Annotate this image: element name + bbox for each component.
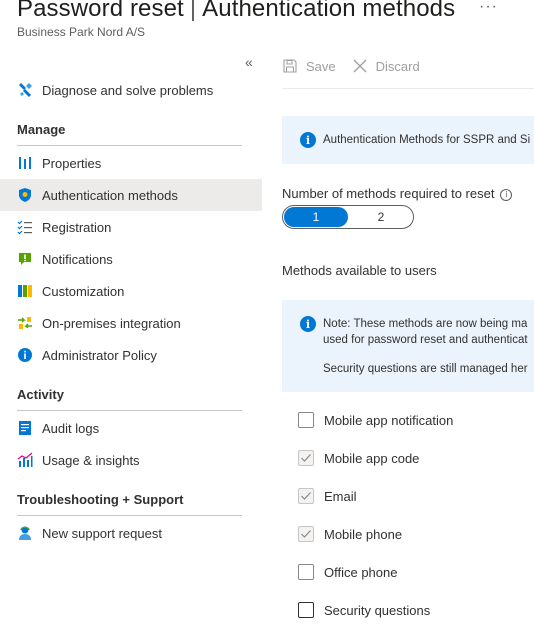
sidebar-item-properties[interactable]: Properties (0, 147, 262, 179)
methods-available-label: Methods available to users (282, 263, 437, 278)
section-divider (17, 410, 242, 411)
title-separator: | (189, 0, 197, 22)
help-info-icon[interactable]: i (500, 189, 513, 201)
discard-button[interactable]: Discard (352, 58, 420, 74)
save-button[interactable]: Save (282, 58, 336, 74)
note-text-line-2: used for password reset and authenticat (323, 334, 528, 346)
sidebar-item-label: Administrator Policy (42, 347, 157, 363)
section-title-manage: Manage (17, 122, 66, 137)
checkbox[interactable] (298, 602, 314, 618)
note-text-line-3: Security questions are still managed her (323, 363, 528, 375)
checkmark-icon (301, 530, 311, 538)
note-text-line-1: Note: These methods are now being ma (323, 318, 528, 330)
sidebar-item-label: Registration (42, 219, 112, 235)
method-checkbox-mobile-app-notification[interactable]: Mobile app notification (298, 410, 453, 430)
info-icon: i (300, 316, 316, 332)
main-content: Save Discard i Authentication Methods fo… (262, 48, 534, 632)
page-title-section: Authentication methods (202, 0, 456, 22)
support-person-icon (17, 525, 33, 541)
usage-chart-icon (17, 452, 33, 468)
sidebar-item-usage-insights[interactable]: Usage & insights (0, 444, 262, 476)
method-label: Mobile app code (324, 450, 420, 466)
methods-required-option-2[interactable]: 2 (349, 206, 413, 228)
sync-icon (17, 315, 33, 331)
info-icon: i (300, 132, 316, 148)
method-label: Mobile app notification (324, 412, 454, 428)
tenant-name: Business Park Nord A/S (17, 25, 146, 39)
methods-required-toggle: 1 2 (282, 205, 414, 229)
checkmark-icon (301, 492, 311, 500)
sidebar-item-label: Usage & insights (42, 452, 140, 468)
close-icon (353, 59, 367, 73)
page-title: Password reset | Authentication methods (17, 0, 455, 23)
checklist-icon (17, 219, 33, 235)
info-banner: i Authentication Methods for SSPR and Si (282, 116, 534, 164)
checkbox[interactable] (298, 488, 314, 504)
methods-required-option-1[interactable]: 1 (284, 207, 348, 227)
sidebar: « Diagnose and solve problems Manage Pro… (0, 48, 262, 632)
properties-icon (17, 155, 33, 171)
audit-log-icon (17, 420, 33, 436)
sidebar-item-audit-logs[interactable]: Audit logs (0, 412, 262, 444)
sidebar-item-administrator-policy[interactable]: Administrator Policy (0, 339, 262, 371)
sidebar-item-label: Diagnose and solve problems (42, 82, 214, 98)
sidebar-item-label: Audit logs (42, 420, 100, 436)
sidebar-item-new-support-request[interactable]: New support request (0, 517, 262, 549)
checkbox[interactable] (298, 564, 314, 580)
section-title-troubleshooting: Troubleshooting + Support (17, 492, 184, 507)
info-icon (17, 347, 33, 363)
sidebar-item-label: Customization (42, 283, 125, 299)
save-label: Save (306, 58, 336, 74)
sidebar-item-notifications[interactable]: Notifications (0, 243, 262, 275)
palette-icon (17, 283, 33, 299)
method-label: Office phone (324, 564, 398, 580)
method-label: Mobile phone (324, 526, 403, 542)
method-checkbox-email[interactable]: Email (298, 486, 357, 506)
checkmark-icon (301, 454, 311, 462)
more-options-button[interactable]: ··· (479, 0, 498, 16)
sidebar-item-label: Properties (42, 155, 102, 171)
discard-label: Discard (375, 58, 420, 74)
sidebar-item-customization[interactable]: Customization (0, 275, 262, 307)
shield-icon (17, 187, 33, 203)
sidebar-item-diagnose[interactable]: Diagnose and solve problems (0, 74, 262, 106)
checkbox[interactable] (298, 526, 314, 542)
sidebar-item-authentication-methods[interactable]: Authentication methods (0, 179, 262, 211)
section-divider (17, 145, 242, 146)
method-label: Security questions (324, 602, 431, 618)
command-bar: Save Discard (282, 48, 436, 84)
checkbox[interactable] (298, 412, 314, 428)
methods-required-text: Number of methods required to reset (282, 186, 495, 201)
method-label: Email (324, 488, 357, 504)
wrench-tool-icon (17, 82, 33, 98)
page-header: Password reset | Authentication methods ··… (17, 0, 534, 44)
page-title-main: Password reset (17, 0, 184, 22)
command-bar-divider (282, 88, 534, 89)
methods-required-label: Number of methods required to reset i (282, 186, 513, 201)
checkbox[interactable] (298, 450, 314, 466)
method-checkbox-office-phone[interactable]: Office phone (298, 562, 397, 582)
section-title-activity: Activity (17, 387, 64, 402)
notification-icon (17, 251, 33, 267)
section-divider (17, 515, 242, 516)
info-banner-text: Authentication Methods for SSPR and Si (323, 134, 531, 146)
sidebar-item-label: Authentication methods (42, 187, 178, 203)
sidebar-item-label: On-premises integration (42, 315, 181, 331)
sidebar-item-label: Notifications (42, 251, 113, 267)
method-checkbox-mobile-phone[interactable]: Mobile phone (298, 524, 402, 544)
collapse-sidebar-button[interactable]: « (245, 54, 253, 70)
sidebar-item-on-premises-integration[interactable]: On-premises integration (0, 307, 262, 339)
method-checkbox-security-questions[interactable]: Security questions (298, 600, 430, 620)
save-icon (283, 59, 297, 73)
sidebar-item-label: New support request (42, 525, 162, 541)
method-checkbox-mobile-app-code[interactable]: Mobile app code (298, 448, 419, 468)
note-banner: i Note: These methods are now being ma u… (282, 300, 534, 392)
sidebar-item-registration[interactable]: Registration (0, 211, 262, 243)
